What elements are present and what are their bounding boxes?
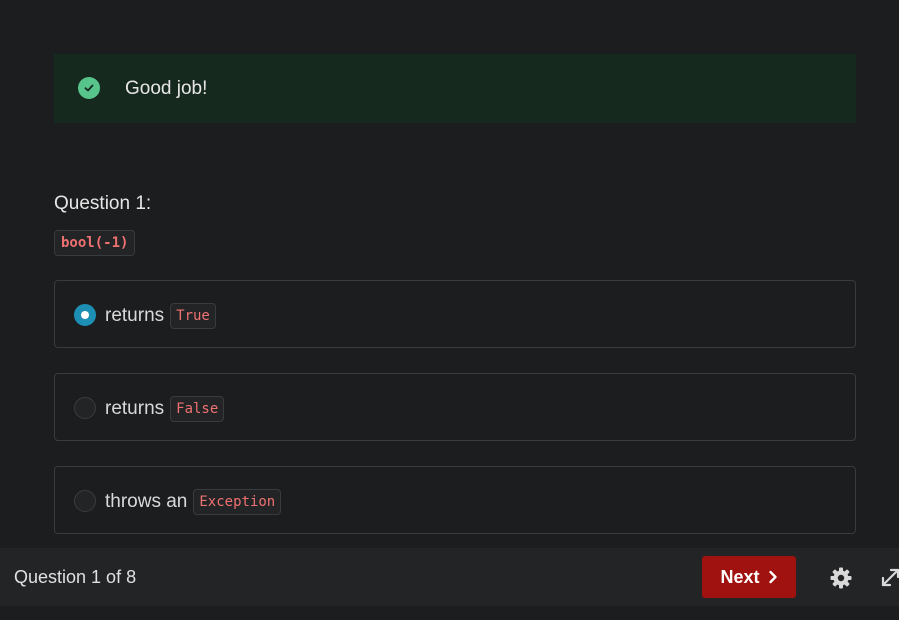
answer-option-2[interactable]: returns False: [54, 373, 856, 441]
question-label: Question 1:: [54, 193, 152, 214]
answer-option-text: returns: [105, 398, 165, 419]
feedback-banner: Good job!: [54, 54, 856, 123]
answer-option-3[interactable]: throws an Exception: [54, 466, 856, 534]
answer-option-label: returns True: [105, 303, 216, 329]
gear-icon[interactable]: [829, 566, 853, 590]
answer-option-1[interactable]: returns True: [54, 280, 856, 348]
radio-button[interactable]: [74, 490, 96, 512]
quiz-page: Good job! Question 1: bool(-1) returns T…: [0, 0, 899, 620]
feedback-message: Good job!: [125, 78, 208, 99]
check-circle-icon: [78, 77, 100, 99]
expand-icon[interactable]: [879, 567, 899, 589]
radio-button[interactable]: [74, 397, 96, 419]
answer-option-code: Exception: [193, 489, 282, 515]
answer-option-code: True: [170, 303, 216, 329]
answer-option-text: throws an: [105, 491, 188, 512]
next-button-label: Next: [720, 566, 760, 587]
next-button[interactable]: Next: [702, 556, 796, 598]
radio-button-selected[interactable]: [74, 304, 96, 326]
question-code: bool(-1): [54, 230, 136, 256]
answer-option-text: returns: [105, 305, 165, 326]
answer-option-label: throws an Exception: [105, 489, 282, 515]
question-progress: Question 1 of 8: [14, 567, 137, 587]
chevron-right-icon: [768, 570, 778, 584]
answer-option-label: returns False: [105, 396, 225, 422]
answer-option-code: False: [170, 396, 225, 422]
quiz-footer: Question 1 of 8 Next: [0, 548, 899, 606]
